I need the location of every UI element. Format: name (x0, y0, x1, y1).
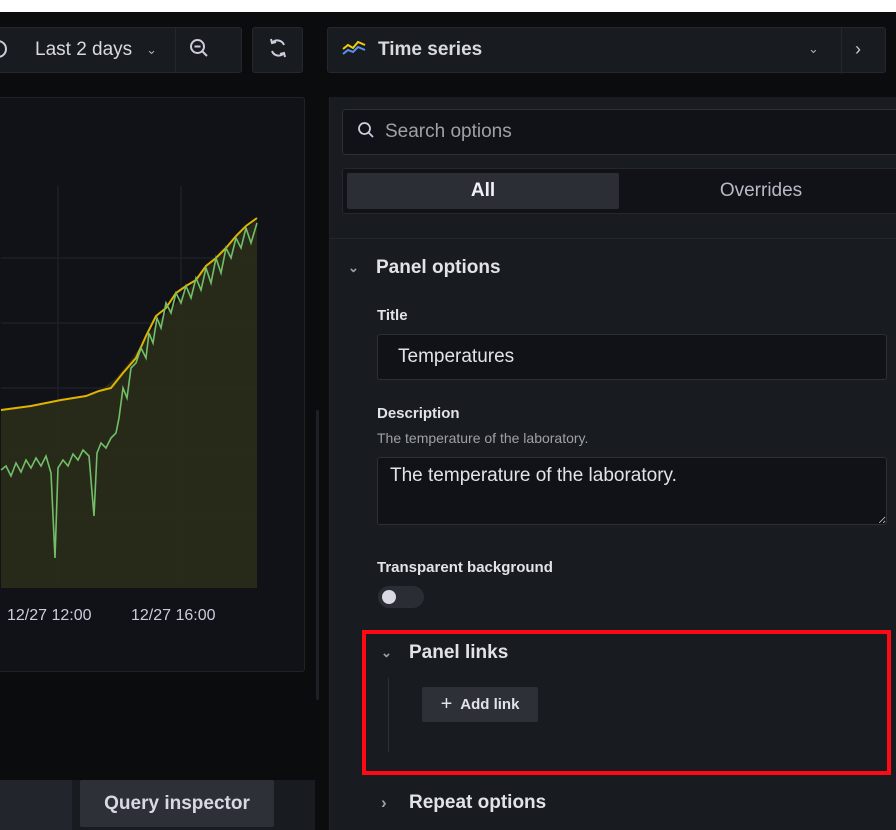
description-textarea[interactable]: The temperature of the laboratory. (377, 457, 887, 525)
time-range-label: Last 2 days (35, 39, 133, 60)
plus-icon: + (440, 693, 453, 715)
search-icon (357, 121, 375, 144)
pane-splitter[interactable] (316, 410, 319, 700)
panel-links-header[interactable]: ⌄ Panel links (381, 642, 508, 664)
repeat-options-header[interactable]: › Repeat options (381, 792, 546, 814)
query-tab[interactable] (0, 780, 72, 830)
refresh-button[interactable] (252, 27, 303, 73)
panel-options-title: Panel options (376, 257, 501, 278)
chevron-right-icon[interactable]: › (855, 39, 861, 60)
panel-links-title: Panel links (409, 642, 509, 663)
chevron-down-icon: ⌄ (381, 645, 392, 660)
x-tick-label: 12/27 12:00 (7, 607, 92, 624)
zoom-out-icon[interactable] (188, 37, 210, 64)
visualization-picker[interactable]: Time series ⌄ › (327, 27, 886, 74)
time-range-picker[interactable]: Last 2 days ⌄ (0, 27, 242, 73)
divider (330, 238, 896, 239)
transparent-background-toggle[interactable] (378, 586, 424, 608)
chevron-down-icon: ⌄ (348, 260, 359, 275)
title-input[interactable] (377, 334, 887, 380)
search-box[interactable] (342, 109, 896, 155)
query-inspector-button[interactable]: Query inspector (80, 780, 274, 827)
repeat-options-title: Repeat options (409, 792, 547, 813)
title-label: Title (377, 307, 408, 324)
time-series-chart: 12/27 12:00 12/27 16:00 (0, 186, 258, 624)
time-series-icon (342, 39, 366, 62)
toggle-knob (382, 590, 396, 604)
clock-icon (0, 40, 7, 58)
top-strip (0, 0, 896, 12)
transparent-background-label: Transparent background (377, 559, 553, 576)
x-tick-label: 12/27 16:00 (131, 607, 216, 624)
tab-all[interactable]: All (347, 173, 619, 209)
description-label: Description (377, 405, 460, 422)
chevron-down-icon: ⌄ (146, 42, 158, 57)
search-input[interactable] (383, 120, 867, 144)
section-guide-line (388, 678, 389, 752)
query-tabs-bar: Query inspector (0, 780, 315, 830)
refresh-icon (267, 37, 289, 64)
add-link-label: Add link (460, 696, 520, 713)
tab-overrides[interactable]: Overrides (625, 173, 896, 209)
description-help: The temperature of the laboratory. (377, 430, 589, 446)
separator (841, 28, 842, 74)
add-link-button[interactable]: + Add link (422, 687, 538, 722)
options-tabs: All Overrides (342, 168, 896, 214)
visualization-label: Time series (378, 39, 483, 60)
panel-options-header[interactable]: ⌄ Panel options (348, 257, 501, 279)
chevron-right-icon: › (381, 793, 387, 812)
separator (175, 27, 177, 73)
panel-preview: 12/27 12:00 12/27 16:00 (0, 97, 305, 672)
chevron-down-icon: ⌄ (808, 41, 819, 56)
